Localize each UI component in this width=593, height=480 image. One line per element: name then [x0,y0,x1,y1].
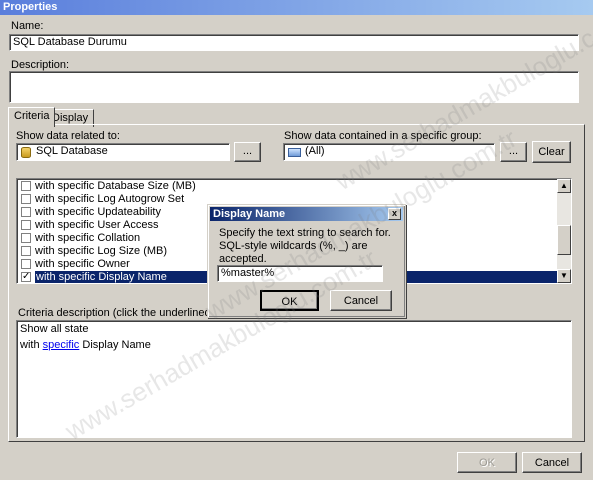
related-label: Show data related to: [16,130,120,142]
cancel-button[interactable]: Cancel [522,452,582,473]
condition-checkbox[interactable] [21,233,31,243]
ok-button[interactable]: OK [457,452,517,473]
group-icon [288,148,301,157]
dialog-title-bar: Display Name x [210,207,403,221]
condition-label: with specific Database Size (MB) [35,180,196,192]
condition-label: with specific Log Size (MB) [35,245,168,257]
condition-checkbox[interactable] [21,181,31,191]
condition-label: with specific Log Autogrow Set [35,193,185,205]
condition-checkbox[interactable] [21,246,31,256]
condition-checkbox[interactable] [21,259,31,269]
related-value: SQL Database [36,145,108,157]
name-label: Name: [11,20,44,32]
tab-criteria[interactable]: Criteria [8,107,56,127]
dialog-input-value: %master% [221,267,275,279]
condition-label: with specific Collation [35,232,141,244]
group-label: Show data contained in a specific group: [284,130,482,142]
display-name-dialog: Display Name x Specify the text string t… [207,204,406,318]
list-item[interactable]: with specific Database Size (MB) [19,180,559,193]
specific-link[interactable]: specific [43,339,80,351]
window-title: Properties [0,0,593,15]
dialog-input[interactable]: %master% [217,265,383,282]
name-field[interactable]: SQL Database Durumu [9,34,579,51]
criteria-description-box: Show all state with specific Display Nam… [16,320,572,438]
dialog-ok-button[interactable]: OK [260,290,319,311]
list-scrollbar[interactable]: ▲ ▼ [557,179,571,283]
close-icon[interactable]: x [388,208,401,220]
group-browse-button[interactable]: ... [500,142,527,162]
condition-checkbox[interactable] [21,194,31,204]
condition-label: with specific User Access [35,219,159,231]
scroll-thumb[interactable] [557,225,571,255]
scroll-down-icon[interactable]: ▼ [557,269,571,283]
group-field[interactable]: (All) [283,143,495,161]
description-line-2-suffix: Display Name [82,339,151,351]
related-field[interactable]: SQL Database [16,143,230,161]
dialog-title: Display Name [213,208,286,220]
condition-checkbox[interactable] [21,220,31,230]
condition-checkbox-checked[interactable]: ✓ [21,272,31,282]
description-label: Description: [11,59,70,71]
description-line-1: Show all state [20,323,89,335]
database-icon [21,147,31,158]
scroll-up-icon[interactable]: ▲ [557,179,571,193]
description-line-2-prefix: with [20,339,40,351]
description-line-2: with specific Display Name [20,339,151,351]
condition-label: with specific Owner [35,258,130,270]
clear-button[interactable]: Clear [532,141,571,163]
group-value: (All) [305,145,325,157]
dialog-cancel-button[interactable]: Cancel [330,290,392,311]
condition-label: with specific Updateability [35,206,161,218]
name-field-value: SQL Database Durumu [13,36,127,48]
dialog-message: Specify the text string to search for. S… [219,227,391,265]
condition-checkbox[interactable] [21,207,31,217]
related-browse-button[interactable]: ... [234,142,261,162]
description-field[interactable] [9,71,579,103]
